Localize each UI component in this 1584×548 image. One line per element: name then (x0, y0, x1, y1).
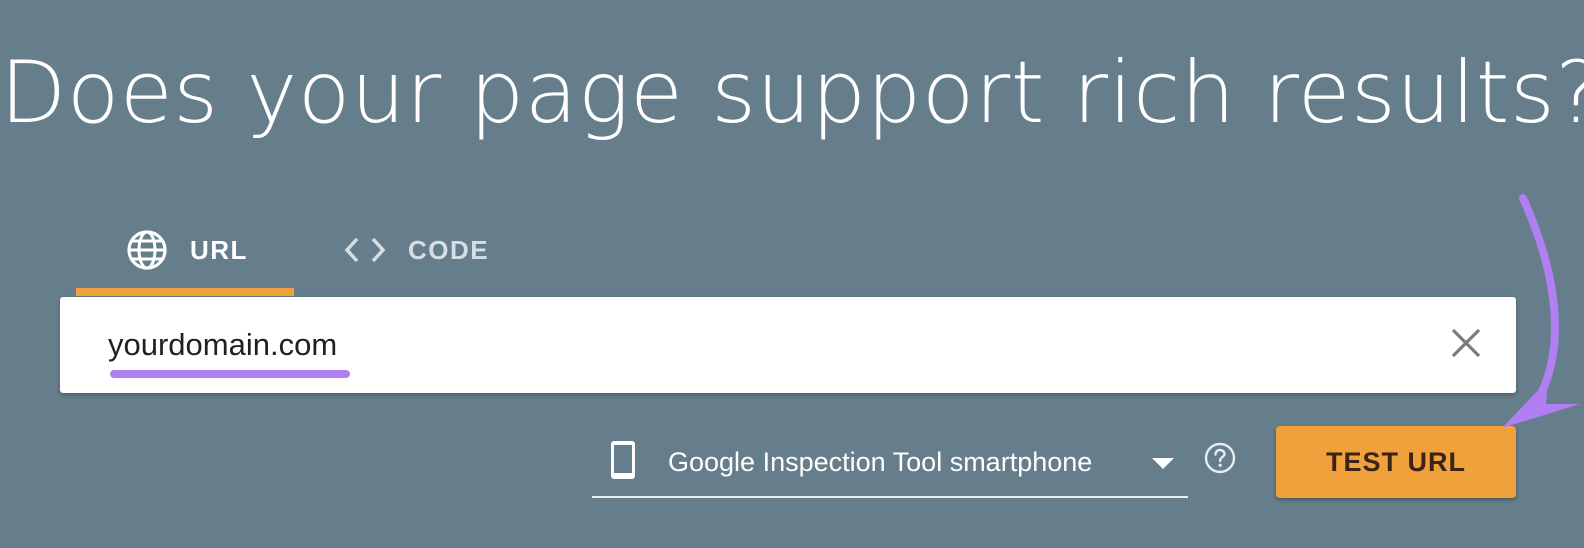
crawler-select-value: Google Inspection Tool smartphone (668, 446, 1093, 477)
url-input[interactable] (108, 323, 1408, 367)
code-brackets-icon (344, 235, 386, 265)
page-title: Does your page support rich results? (0, 43, 1584, 143)
crawler-select[interactable]: Google Inspection Tool smartphone (592, 428, 1188, 498)
tab-code[interactable]: CODE (294, 212, 539, 288)
test-url-button[interactable]: TEST URL (1276, 426, 1516, 498)
active-tab-indicator (76, 288, 294, 296)
globe-icon (126, 229, 168, 271)
close-icon (1449, 326, 1483, 365)
tab-code-label: CODE (408, 234, 490, 265)
smartphone-icon (592, 440, 668, 485)
chevron-down-icon (1152, 458, 1174, 469)
input-mode-tabs: URL CODE (76, 212, 539, 300)
tab-url-label: URL (190, 234, 248, 265)
help-circle-icon[interactable] (1204, 442, 1236, 474)
url-input-container (60, 297, 1516, 393)
annotation-arrow-icon (1502, 194, 1580, 428)
annotation-underline (110, 370, 350, 378)
tab-url[interactable]: URL (76, 212, 294, 296)
clear-input-button[interactable] (1446, 325, 1486, 365)
test-controls: Google Inspection Tool smartphone TEST U… (592, 426, 1516, 498)
